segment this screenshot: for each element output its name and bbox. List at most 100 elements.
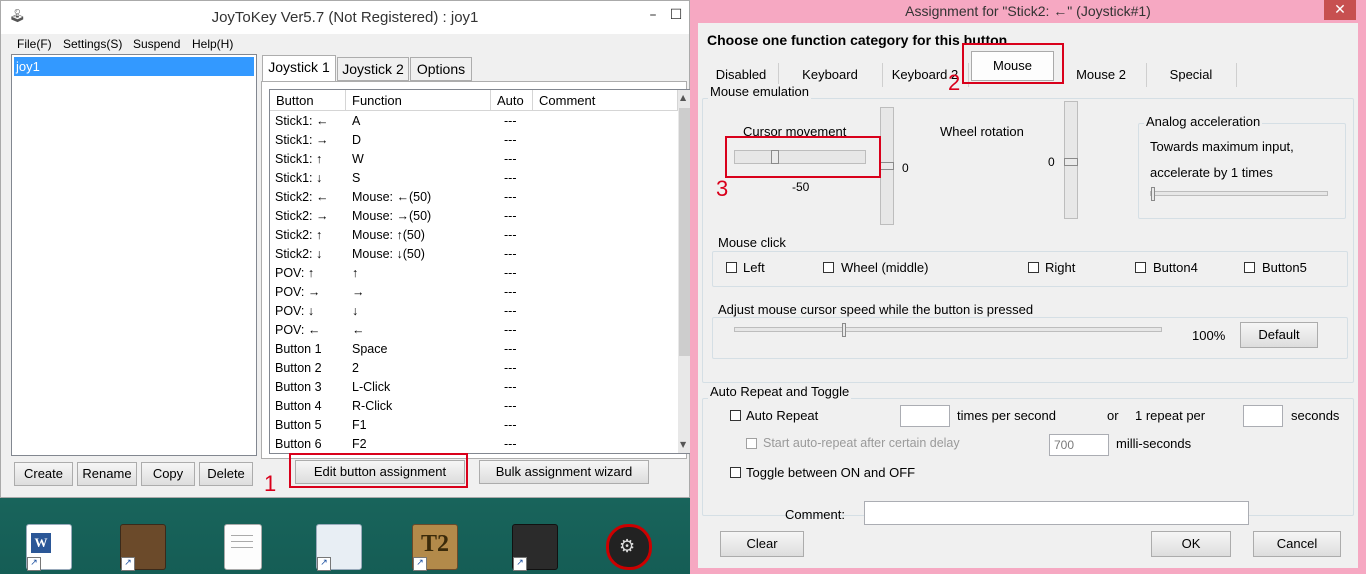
or-label: or — [1107, 408, 1119, 423]
auto-repeat-group-label: Auto Repeat and Toggle — [708, 384, 852, 399]
cell-function: → — [352, 285, 365, 299]
table-row[interactable]: Stick1: ← A --- — [270, 112, 678, 131]
scrollbar-thumb[interactable] — [679, 108, 690, 356]
cursor-vertical-thumb[interactable] — [880, 162, 894, 170]
tab-joystick-1[interactable]: Joystick 1 — [262, 55, 336, 83]
button4-checkbox[interactable] — [1135, 262, 1146, 273]
table-row[interactable]: Button 4 R-Click --- — [270, 397, 678, 416]
create-profile-button[interactable]: Create — [14, 462, 73, 486]
maximize-button[interactable]: ☐ — [665, 7, 687, 23]
cell-function: Mouse: ←(50) — [352, 190, 432, 204]
start-delay-checkbox[interactable] — [746, 438, 757, 449]
ok-button[interactable]: OK — [1151, 531, 1231, 557]
wheel-rotation-thumb[interactable] — [1064, 158, 1078, 166]
tab-joystick-2[interactable]: Joystick 2 — [337, 57, 409, 81]
table-row[interactable]: Stick2: ↓ Mouse: ↓(50) --- — [270, 245, 678, 264]
cell-function: R-Click — [352, 399, 393, 413]
cursor-speed-slider[interactable] — [734, 323, 1162, 337]
notepad-icon[interactable]: ↗ — [316, 524, 362, 571]
table-row[interactable]: Button 2 2 --- — [270, 359, 678, 378]
cancel-button[interactable]: Cancel — [1253, 531, 1341, 557]
menu-file[interactable]: File(F) — [17, 37, 52, 51]
close-button[interactable]: ✕ — [1324, 0, 1356, 20]
table-row[interactable]: Stick1: ↓ S --- — [270, 169, 678, 188]
table-row[interactable]: Stick1: ↑ W --- — [270, 150, 678, 169]
button5-checkbox[interactable] — [1244, 262, 1255, 273]
menu-help[interactable]: Help(H) — [192, 37, 233, 51]
table-row[interactable]: Button 6 F2 --- — [270, 435, 678, 453]
annotation-3: 3 — [716, 176, 729, 201]
column-comment[interactable]: Comment — [533, 90, 678, 111]
cell-auto: --- — [504, 380, 517, 394]
scroll-down-arrow-icon[interactable]: ▼ — [680, 440, 686, 449]
game-napoleon-icon[interactable]: ↗ — [120, 524, 166, 571]
delete-profile-button[interactable]: Delete — [199, 462, 253, 486]
delay-input[interactable]: 700 — [1049, 434, 1109, 456]
wheel-middle-label: Wheel (middle) — [841, 260, 929, 275]
table-row[interactable]: POV: → → --- — [270, 283, 678, 302]
comment-input[interactable] — [864, 501, 1249, 525]
table-row[interactable]: POV: ↑ ↑ --- — [270, 264, 678, 283]
cell-auto: --- — [504, 285, 517, 299]
wheel-middle-checkbox[interactable] — [823, 262, 834, 273]
profile-list[interactable]: joy1 — [11, 54, 257, 456]
menu-suspend[interactable]: Suspend — [133, 37, 180, 51]
menu-settings[interactable]: Settings(S) — [63, 37, 122, 51]
times-per-second-input[interactable] — [900, 405, 950, 427]
cell-auto: --- — [504, 133, 517, 147]
table-row[interactable]: Stick2: ← Mouse: ←(50) --- — [270, 188, 678, 207]
tab-options[interactable]: Options — [410, 57, 472, 81]
left-click-checkbox[interactable] — [726, 262, 737, 273]
analog-acceleration-thumb[interactable] — [1151, 187, 1155, 201]
rename-profile-button[interactable]: Rename — [77, 462, 137, 486]
cursor-speed-value: 100% — [1192, 328, 1226, 343]
auto-repeat-checkbox[interactable] — [730, 410, 741, 421]
table-row[interactable]: Button 1 Space --- — [270, 340, 678, 359]
bulk-assignment-wizard-button[interactable]: Bulk assignment wizard — [479, 460, 649, 484]
text-file-icon[interactable] — [224, 524, 262, 570]
column-auto[interactable]: Auto — [491, 90, 533, 111]
analog-acceleration-slider[interactable] — [1150, 187, 1328, 201]
profile-item-joy1[interactable]: joy1 — [14, 57, 254, 76]
table-row[interactable]: Stick2: → Mouse: →(50) --- — [270, 207, 678, 226]
clear-button[interactable]: Clear — [720, 531, 804, 557]
repeat-seconds-input[interactable] — [1243, 405, 1283, 427]
table-row[interactable]: Stick2: ↑ Mouse: ↑(50) --- — [270, 226, 678, 245]
cell-auto: --- — [504, 361, 517, 375]
right-click-checkbox[interactable] — [1028, 262, 1039, 273]
wheel-rotation-label: Wheel rotation — [940, 124, 1024, 139]
table-row[interactable]: POV: ↓ ↓ --- — [270, 302, 678, 321]
table-row[interactable]: Button 5 F1 --- — [270, 416, 678, 435]
minimize-button[interactable]: – — [642, 7, 664, 23]
cursor-speed-thumb[interactable] — [842, 323, 846, 337]
comment-label: Comment: — [785, 507, 845, 522]
scroll-up-arrow-icon[interactable]: ▲ — [680, 93, 686, 102]
cell-button: Button 3 — [275, 380, 322, 394]
analog-line-2: accelerate by 1 times — [1150, 165, 1273, 180]
default-speed-button[interactable]: Default — [1240, 322, 1318, 348]
table-row[interactable]: Stick1: → D --- — [270, 131, 678, 150]
table-row[interactable]: POV: ← ← --- — [270, 321, 678, 340]
category-mouse-2[interactable]: Mouse 2 — [1056, 63, 1147, 87]
game-t2-icon[interactable]: T2 ↗ — [412, 524, 458, 571]
times-per-second-label: times per second — [957, 408, 1056, 423]
start-delay-label: Start auto-repeat after certain delay — [763, 436, 960, 450]
copy-profile-button[interactable]: Copy — [141, 462, 195, 486]
cell-function: ↑ — [352, 266, 359, 280]
cursor-vertical-slider[interactable] — [880, 107, 894, 225]
category-special[interactable]: Special — [1146, 63, 1237, 87]
cell-auto: --- — [504, 152, 517, 166]
gear-app-icon[interactable]: ⚙ — [606, 524, 652, 570]
cell-function: ← — [352, 323, 365, 337]
menu-bar: File(F) Settings(S) Suspend Help(H) — [1, 34, 689, 54]
toggle-on-off-checkbox[interactable] — [730, 467, 741, 478]
cell-function: S — [352, 171, 361, 185]
table-row[interactable]: Button 3 L-Click --- — [270, 378, 678, 397]
wheel-rotation-slider[interactable] — [1064, 101, 1078, 219]
game-character-icon[interactable]: ↗ — [512, 524, 558, 571]
column-function[interactable]: Function — [346, 90, 491, 111]
cell-auto: --- — [504, 304, 517, 318]
button-assignment-table[interactable]: Button Function Auto Comment Stick1: ← A -… — [269, 89, 691, 454]
column-button[interactable]: Button — [270, 90, 346, 111]
word-doc-icon[interactable]: W ↗ — [26, 524, 72, 571]
